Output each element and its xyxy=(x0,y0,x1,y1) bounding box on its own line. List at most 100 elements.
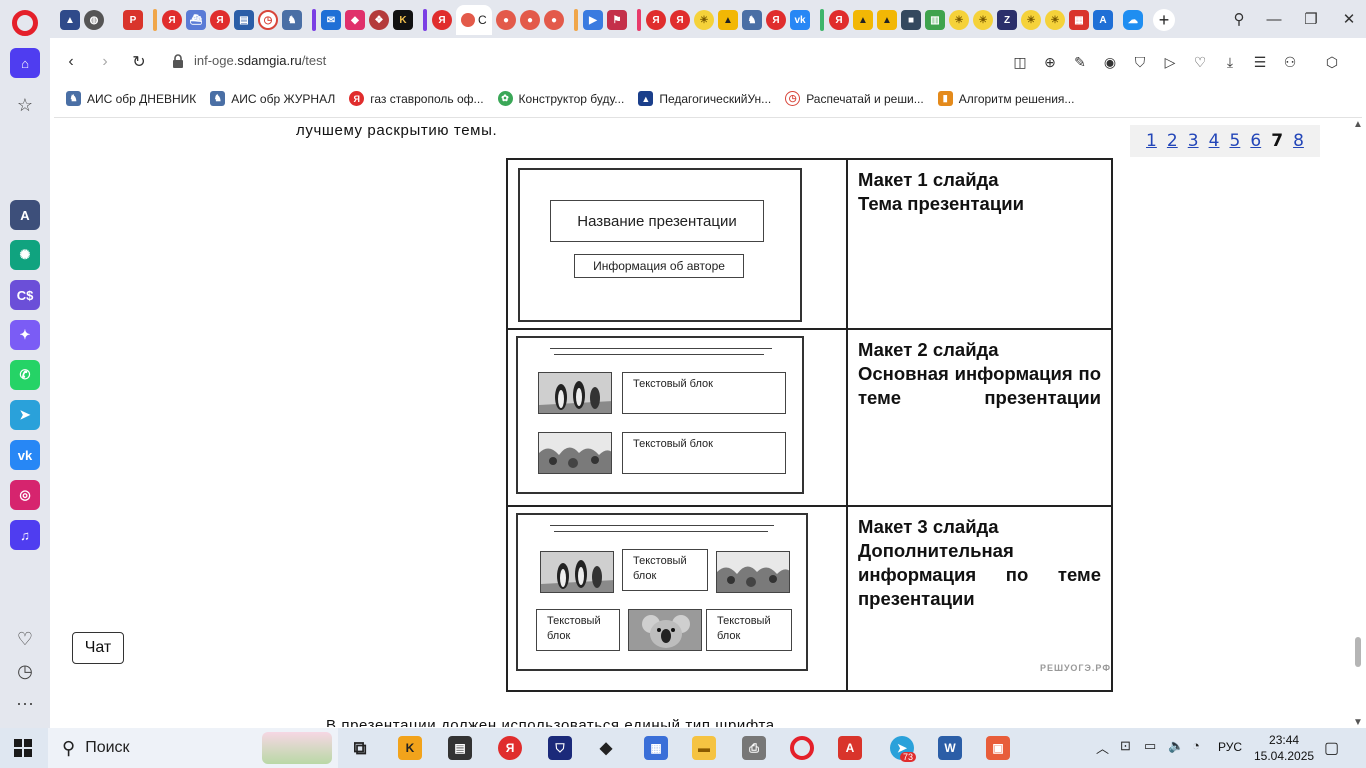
url-field[interactable]: inf-oge.sdamgia.ru/test xyxy=(194,53,326,68)
tab-group-purple[interactable] xyxy=(312,9,316,31)
sidebar-chatgpt-icon[interactable]: ✺ xyxy=(10,240,40,270)
taskbar-acrobat-icon[interactable]: A xyxy=(838,736,862,760)
windows-start-icon[interactable] xyxy=(14,739,32,757)
sidebar-music-icon[interactable]: ♫ xyxy=(10,520,40,550)
tab-play-icon[interactable]: ▶ xyxy=(583,10,603,30)
tab-image-icon[interactable]: ▲ xyxy=(853,10,873,30)
tab-pink-icon[interactable]: ◆ xyxy=(345,10,365,30)
tab-vk-icon[interactable]: vk xyxy=(790,10,810,30)
bookmark-raspechatay[interactable]: ◷ Распечатай и реши... xyxy=(785,91,924,106)
tab-reshu-icon[interactable]: ● xyxy=(544,10,564,30)
taskbar-winrar-icon[interactable]: ▤ xyxy=(448,736,472,760)
sidebar-telegram-icon[interactable]: ➤ xyxy=(10,400,40,430)
pager-link-5[interactable]: 5 xyxy=(1229,131,1240,151)
heart-icon[interactable]: ♡ xyxy=(1190,52,1210,72)
sidebar-instagram-icon[interactable]: ◎ xyxy=(10,480,40,510)
taskbar-word-icon[interactable]: W xyxy=(938,736,962,760)
tab-k-icon[interactable]: K xyxy=(393,10,413,30)
tab-ais-icon[interactable]: ♞ xyxy=(742,10,762,30)
tab-reshu-icon[interactable]: ● xyxy=(520,10,540,30)
reload-icon[interactable]: ↻ xyxy=(128,51,150,73)
forward-icon[interactable]: › xyxy=(94,51,116,73)
tab-group-orange[interactable] xyxy=(153,9,157,31)
scrollbar[interactable]: ▲ ▼ xyxy=(1350,119,1366,728)
taskbar-yandex-icon[interactable]: Я xyxy=(498,736,522,760)
tab-grid-icon[interactable]: ▦ xyxy=(1069,10,1089,30)
tab-globe-icon[interactable]: ◍ xyxy=(84,10,104,30)
tab-group-pink[interactable] xyxy=(637,9,641,31)
tab-cube-icon[interactable]: ❖ xyxy=(369,10,389,30)
tray-battery-icon[interactable]: ▭ xyxy=(1144,738,1156,754)
taskbar-shield-icon[interactable]: ⛉ xyxy=(548,736,572,760)
bookmark-gaz[interactable]: Ягаз ставрополь оф... xyxy=(349,91,484,106)
tab-sun-icon[interactable]: ☀ xyxy=(1045,10,1065,30)
tab-yandex-icon[interactable]: Я xyxy=(210,10,230,30)
sidebar-heart-icon[interactable]: ♡ xyxy=(12,626,38,652)
tab-yandex-icon[interactable]: Я xyxy=(646,10,666,30)
new-tab-button[interactable]: + xyxy=(1153,9,1175,31)
tab-pdf-icon[interactable]: P xyxy=(123,10,143,30)
tab-yandex-icon[interactable]: Я xyxy=(432,10,452,30)
tab-sun-icon[interactable]: ☀ xyxy=(1021,10,1041,30)
pager-link-3[interactable]: 3 xyxy=(1188,131,1199,151)
tray-sound-icon[interactable]: 🔈 xyxy=(1168,738,1184,754)
extensions-icon[interactable]: ⬡ xyxy=(1322,52,1342,72)
tab-a-icon[interactable]: A xyxy=(1093,10,1113,30)
download-icon[interactable]: ⤓ xyxy=(1220,52,1240,72)
tab-clock-icon[interactable]: ◷ xyxy=(258,10,278,30)
tab-yandex-icon[interactable]: Я xyxy=(829,10,849,30)
tab-sun-icon[interactable]: ☀ xyxy=(973,10,993,30)
taskbar-app-icon[interactable]: ▣ xyxy=(986,736,1010,760)
sidebar-more-icon[interactable]: ··· xyxy=(12,690,38,716)
profile-icon[interactable]: ⚇ xyxy=(1280,52,1300,72)
pager-link-4[interactable]: 4 xyxy=(1209,131,1220,151)
restore-button[interactable]: ❐ xyxy=(1300,8,1322,30)
tray-language[interactable]: РУС xyxy=(1218,740,1242,754)
taskbar-opera-icon[interactable] xyxy=(790,736,814,760)
sidebar-cs-icon[interactable]: C$ xyxy=(10,280,40,310)
opera-logo-icon[interactable] xyxy=(12,10,38,36)
scroll-down-icon[interactable]: ▼ xyxy=(1353,717,1363,728)
taskbar-search[interactable]: ⚲ Поиск xyxy=(48,728,338,768)
bookmark-ais-dnevnik[interactable]: ♞ АИС обр ДНЕВНИК xyxy=(66,91,196,106)
bookmark-pedagog[interactable]: ▲ ПедагогическийУн... xyxy=(638,91,771,106)
task-view-icon[interactable]: ⧉ xyxy=(348,736,372,760)
taskbar-calculator-icon[interactable]: ▦ xyxy=(644,736,668,760)
bookmark-konstruktor[interactable]: ✿ Конструктор буду... xyxy=(497,91,624,106)
tray-camera-icon[interactable]: ⊡ xyxy=(1120,738,1131,754)
tab-book-green-icon[interactable]: ▥ xyxy=(925,10,945,30)
reader-icon[interactable]: ◫ xyxy=(1010,52,1030,72)
tab-mail-icon[interactable]: ✉ xyxy=(321,10,341,30)
minimize-button[interactable]: — xyxy=(1263,8,1285,30)
tab-book-icon[interactable]: ▤ xyxy=(234,10,254,30)
zoom-icon[interactable]: ⊕ xyxy=(1040,52,1060,72)
tray-chevron-icon[interactable]: ︿ xyxy=(1096,738,1109,757)
pager-link-1[interactable]: 1 xyxy=(1146,131,1157,151)
sidebar-whatsapp-icon[interactable]: ✆ xyxy=(10,360,40,390)
close-button[interactable]: ✕ xyxy=(1338,8,1360,30)
tab-ais-icon[interactable]: ♞ xyxy=(282,10,302,30)
tab-group-purple-2[interactable] xyxy=(423,9,427,31)
shield-icon[interactable]: ⛉ xyxy=(1130,52,1150,72)
chat-button[interactable]: Чат xyxy=(72,632,124,664)
tab-active[interactable]: С xyxy=(456,5,492,35)
camera-icon[interactable]: ◉ xyxy=(1100,52,1120,72)
tab-search-icon[interactable]: ⚲ xyxy=(1228,8,1250,30)
edit-icon[interactable]: ✎ xyxy=(1070,52,1090,72)
tab-yandex-icon[interactable]: Я xyxy=(162,10,182,30)
tab-z-icon[interactable]: Z xyxy=(997,10,1017,30)
sidebar-aria-icon[interactable]: A xyxy=(10,200,40,230)
tab-yandex-icon[interactable]: Я xyxy=(670,10,690,30)
sidebar-star-icon[interactable]: ☆ xyxy=(12,92,38,118)
notifications-icon[interactable]: ▢ xyxy=(1324,738,1339,758)
tab-flag-icon[interactable]: ⚑ xyxy=(607,10,627,30)
tab-group-green[interactable] xyxy=(820,9,824,31)
tab-ship-icon[interactable]: ⛴ xyxy=(186,10,206,30)
settings-icon[interactable]: ☰ xyxy=(1250,52,1270,72)
taskbar-printer-icon[interactable]: ⎙ xyxy=(742,736,766,760)
tab-dark-icon[interactable]: ■ xyxy=(901,10,921,30)
tab-edu-icon[interactable]: ▲ xyxy=(60,10,80,30)
scroll-thumb[interactable] xyxy=(1355,637,1361,667)
sidebar-home-icon[interactable]: ⌂ xyxy=(10,48,40,78)
sidebar-vk-icon[interactable]: vk xyxy=(10,440,40,470)
